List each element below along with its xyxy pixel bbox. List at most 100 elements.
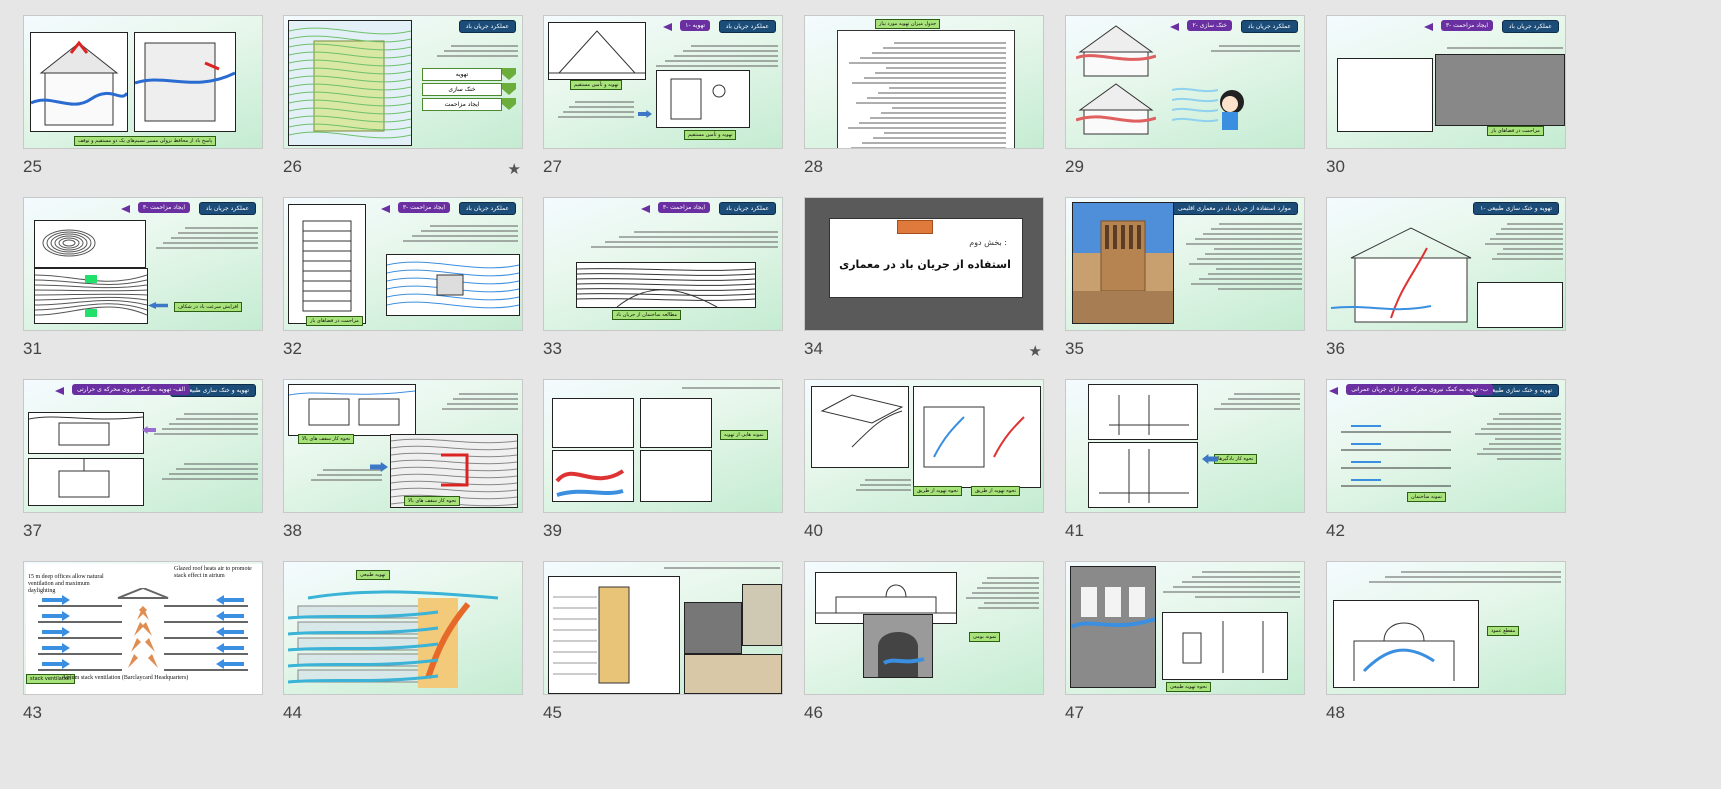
slide-caption: نمونه هایی از تهویه <box>720 430 768 440</box>
slide-preview[interactable]: نحوه تهویه از طریق نحوه تهویه از طریق <box>804 379 1044 513</box>
sketch-icon <box>1353 622 1455 681</box>
slide-preview[interactable]: موارد استفاده از جریان باد در معماری اقل… <box>1065 197 1305 331</box>
slide-thumbnail-37[interactable]: ۱- تهویه و خنک سازی طبیعیالف- تهویه به ک… <box>23 379 265 549</box>
sketch-icon <box>1070 587 1156 629</box>
slide-thumbnail-31[interactable]: عملکرد جریان باد ۳- ایجاد مزاحمت افزایش سر… <box>23 197 265 367</box>
text-block <box>550 98 634 121</box>
slide-thumbnail-32[interactable]: عملکرد جریان باد ۳- ایجاد مزاحمت مزاحمت در… <box>283 197 525 367</box>
vortex-sketch <box>34 220 146 268</box>
menu-item: ایجاد مزاحمت <box>422 98 502 111</box>
house-wind-sketch <box>1075 80 1157 136</box>
transition-star-icon[interactable]: ★ <box>1029 342 1042 360</box>
stack-diagram <box>1162 612 1288 680</box>
section-tag <box>897 220 933 234</box>
slide-preview[interactable]: عملکرد جریان باد ۳- ایجاد مزاحمت مزاحمت در… <box>283 197 523 331</box>
slide-number: 39 <box>543 521 562 540</box>
slide-number: 25 <box>23 157 42 176</box>
slide-subtitle: ۳- ایجاد مزاحمت <box>137 202 190 213</box>
slide-preview[interactable]: بخش دوم : استفاده از جریان باد در معماری <box>804 197 1044 331</box>
slide-number: 44 <box>283 703 302 722</box>
slide-thumbnail-38[interactable]: نحوه کار سقف های بالا نحوه کار سقف های با… <box>283 379 525 549</box>
slide-thumbnail-42[interactable]: ۱- تهویه و خنک سازی طبیعیب- تهویه به کمک… <box>1326 379 1568 549</box>
arrow-left-icon <box>121 205 130 213</box>
sketch-icon <box>553 586 630 684</box>
slide-thumbnail-25[interactable]: پاسخ باد از محافظ نزولی مسیر نسیم‌های یک… <box>23 15 265 185</box>
slide-thumbnail-34[interactable]: بخش دوم : استفاده از جریان باد در معماری 3… <box>804 197 1046 367</box>
slide-thumbnail-30[interactable]: عملکرد جریان باد ۳- ایجاد مزاحمت مزاحمت در… <box>1326 15 1568 185</box>
slide-title: عملکرد جریان باد <box>458 20 516 33</box>
slide-thumbnail-28[interactable]: جدول میزان تهویه مورد نیاز 28 <box>804 15 1046 185</box>
slide-thumbnail-39[interactable]: نمونه هایی از تهویه 39 <box>543 379 785 549</box>
slide-caption: تهویه طبیعی <box>356 570 390 580</box>
slide-preview[interactable]: نمونه هایی از تهویه <box>543 379 783 513</box>
sketch-icon <box>923 406 1025 468</box>
chevron-down-icon <box>502 68 516 80</box>
slide-thumbnail-41[interactable]: نحوه کار بادگیرها 41 <box>1065 379 1307 549</box>
slide-thumbnail-35[interactable]: موارد استفاده از جریان باد در معماری اقل… <box>1065 197 1307 367</box>
slide-preview[interactable]: مقطع عمود <box>1326 561 1566 695</box>
slide-number: 27 <box>543 157 562 176</box>
crowd-photo <box>1435 54 1565 126</box>
slide-thumbnail-40[interactable]: نحوه تهویه از طریق نحوه تهویه از طریق 40 <box>804 379 1046 549</box>
slide-preview[interactable]: ۱- تهویه و خنک سازی طبیعیالف- تهویه به ک… <box>23 379 263 513</box>
transition-star-icon[interactable]: ★ <box>508 160 521 178</box>
slide-thumbnail-45[interactable]: 45 <box>543 561 785 731</box>
slide-thumbnail-27[interactable]: عملکرد جریان باد ۱- تهویه تهویه و تأمین مس… <box>543 15 785 185</box>
text-block <box>1160 568 1300 601</box>
slide-preview[interactable]: عملکرد جریان باد تهویه خنک سازی ایجاد مزاحم… <box>283 15 523 149</box>
text-block <box>965 574 1039 612</box>
slide-thumbnail-29[interactable]: عملکرد جریان باد ۲- خنک سازی 29 <box>1065 15 1307 185</box>
text-block <box>1206 390 1300 413</box>
room-sketch <box>640 398 712 448</box>
slide-preview[interactable]: ۱- تهویه و خنک سازی طبیعی <box>1326 197 1566 331</box>
house-diagram <box>30 32 129 132</box>
stack-sketch-2 <box>28 458 144 506</box>
tent-sketch <box>548 22 646 80</box>
sketch-icon <box>42 229 96 257</box>
room-sketch <box>552 398 634 448</box>
slide-caption: نحوه کار بادگیرها <box>1214 454 1258 464</box>
text-block <box>298 466 382 484</box>
slide-thumbnail-44[interactable]: تهویه طبیعی 44 <box>283 561 525 731</box>
slide-preview[interactable]: 15 m deep offices allow natural ventilat… <box>23 561 263 695</box>
slide-preview[interactable]: نحوه تهویه طبیعی <box>1065 561 1305 695</box>
slide-number: 33 <box>543 339 562 358</box>
slide-preview[interactable]: عملکرد جریان باد ۳- ایجاد مزاحمت مزاحمت در… <box>1326 15 1566 149</box>
slide-thumbnail-43[interactable]: 15 m deep offices allow natural ventilat… <box>23 561 265 731</box>
room-diagram <box>134 32 236 132</box>
slide-preview[interactable]: عملکرد جریان باد ۳- ایجاد مزاحمت مطالعه سا… <box>543 197 783 331</box>
slide-thumbnail-26[interactable]: عملکرد جریان باد تهویه خنک سازی ایجاد مزاحم… <box>283 15 525 185</box>
slide-caption: نحوه تهویه از طریق <box>913 486 963 496</box>
slide-thumbnail-36[interactable]: ۱- تهویه و خنک سازی طبیعی 36 <box>1326 197 1568 367</box>
slide-caption: تهویه و تأمین مستقیم <box>684 130 737 140</box>
airflow-sketch <box>640 450 712 502</box>
slide-thumbnail-48[interactable]: مقطع عمود 48 <box>1326 561 1568 731</box>
slide-preview[interactable]: نحوه کار سقف های بالا نحوه کار سقف های با… <box>283 379 523 513</box>
slide-preview[interactable]: نحوه کار بادگیرها <box>1065 379 1305 513</box>
slide-number: 29 <box>1065 157 1084 176</box>
slide-caption: افزایش سرعت باد در شکاف <box>174 302 243 312</box>
slide-preview[interactable]: عملکرد جریان باد ۲- خنک سازی <box>1065 15 1305 149</box>
girl-wind-illustration <box>1171 76 1272 136</box>
text-block <box>845 476 911 494</box>
diagram-label: Glazed roof heats air to promote stack e… <box>174 566 252 579</box>
sketch-icon <box>576 268 756 308</box>
slide-preview[interactable]: ۱- تهویه و خنک سازی طبیعیب- تهویه به کمک… <box>1326 379 1566 513</box>
slide-preview[interactable]: عملکرد جریان باد ۱- تهویه تهویه و تأمین مس… <box>543 15 783 149</box>
stack-ventilation-diagram <box>38 586 248 674</box>
sketch-icon <box>1182 621 1264 673</box>
slide-preview[interactable]: تهویه طبیعی <box>283 561 523 695</box>
slide-subtitle: ۳- ایجاد مزاحمت <box>397 202 450 213</box>
roof-vent-sketch <box>288 384 416 436</box>
slide-preview[interactable]: جدول میزان تهویه مورد نیاز <box>804 15 1044 149</box>
slide-preview[interactable]: عملکرد جریان باد ۳- ایجاد مزاحمت افزایش سر… <box>23 197 263 331</box>
slide-preview[interactable]: پاسخ باد از محافظ نزولی مسیر نسیم‌های یک… <box>23 15 263 149</box>
slide-thumbnail-33[interactable]: عملکرد جریان باد ۳- ایجاد مزاحمت مطالعه سا… <box>543 197 785 367</box>
slide-thumbnail-46[interactable]: نمونه بومی 46 <box>804 561 1046 731</box>
text-block <box>846 39 1006 148</box>
slide-thumbnail-47[interactable]: نحوه تهویه طبیعی 47 <box>1065 561 1307 731</box>
atrium-photo <box>684 654 782 694</box>
sketch-icon <box>302 220 352 312</box>
slide-preview[interactable] <box>543 561 783 695</box>
slide-preview[interactable]: نمونه بومی <box>804 561 1044 695</box>
